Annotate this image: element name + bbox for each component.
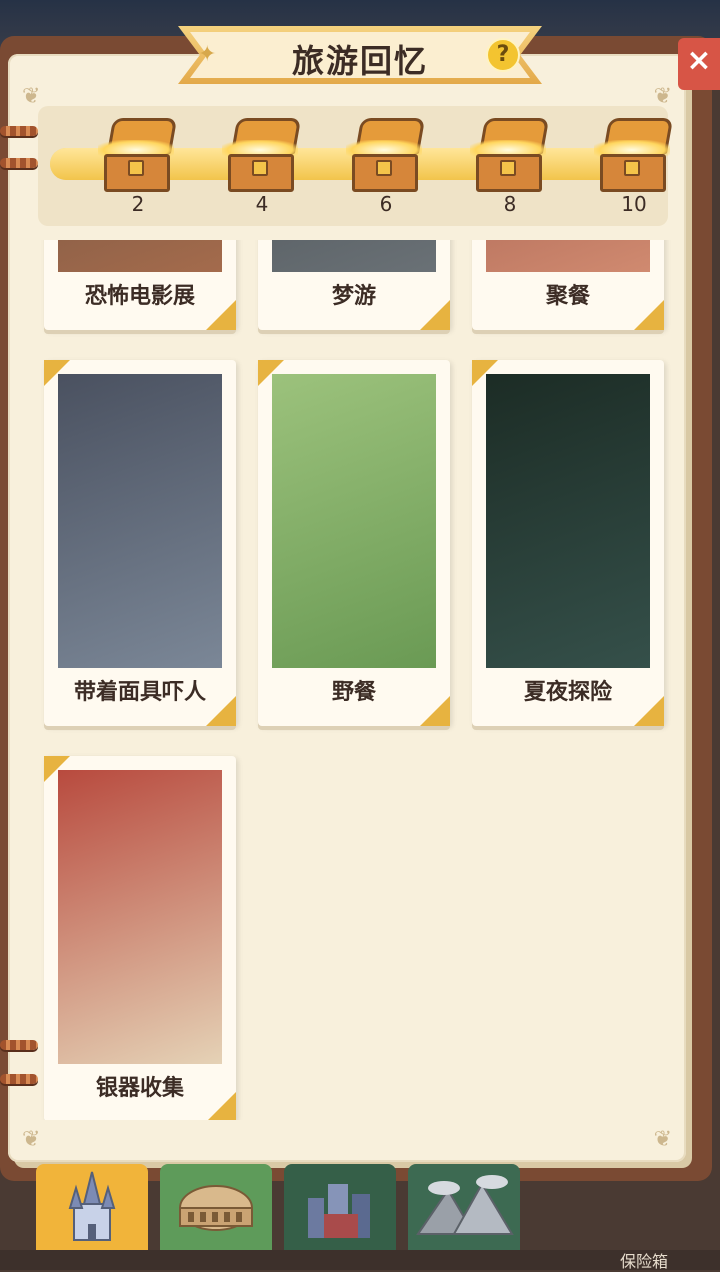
city-tab[interactable] [284,1164,396,1250]
milestone[interactable] [594,118,674,192]
milestone-value: 2 [131,192,145,216]
card-corner-decoration [258,360,284,386]
help-icon[interactable]: ? [486,38,520,72]
memory-card[interactable]: 银器收集 [44,756,236,1120]
castle-tab[interactable] [36,1164,148,1254]
memory-card-label: 梦游 [331,284,376,309]
safe-label[interactable]: 保险箱 [620,1248,668,1272]
castle-icon [68,1171,116,1241]
corner-ornament: ❦ [653,1127,672,1152]
memory-card-label: 野餐 [331,680,376,705]
memory-card-label: 银器收集 [95,1076,184,1101]
memory-card-grid: 恐怖电影展 梦游 聚餐带着面具吓人 野餐 夏夜探险银器收集 [30,240,680,1120]
card-corner-decoration [472,360,498,386]
memory-card[interactable]: 夏夜探险 [472,360,664,726]
treasure-chest-icon [98,118,178,192]
bottom-bar [0,1250,720,1270]
milestone-value: 10 [621,192,647,216]
memory-card-label: 恐怖电影展 [84,284,195,309]
memory-card[interactable]: 带着面具吓人 [44,360,236,726]
milestone[interactable] [470,118,550,192]
memory-illustration [58,374,222,668]
mountain-tab[interactable] [408,1164,520,1250]
memory-illustration [58,240,222,272]
memory-card[interactable]: 恐怖电影展 [44,240,236,330]
memory-card-label: 夏夜探险 [523,680,612,705]
page-title: 旅游回忆 [291,42,428,80]
memory-illustration [58,770,222,1064]
card-corner-decoration [44,756,70,782]
binder-ring [0,158,38,168]
memory-card-label: 聚餐 [545,284,590,309]
memory-illustration [486,240,650,272]
colosseum-icon [179,1185,253,1231]
treasure-chest-icon [222,118,302,192]
milestone-value: 6 [379,192,393,216]
binder-ring [0,126,38,136]
milestone-value: 8 [503,192,517,216]
milestone[interactable] [222,118,302,192]
colosseum-tab[interactable] [160,1164,272,1250]
memory-card-label: 带着面具吓人 [73,680,206,705]
memory-illustration [486,374,650,668]
corner-ornament: ❦ [22,84,41,109]
memory-illustration [272,240,436,272]
milestone-value: 4 [255,192,269,216]
city-icon [308,1184,370,1238]
memory-card[interactable]: 聚餐 [472,240,664,330]
card-corner-decoration [44,360,70,386]
milestone[interactable] [98,118,178,192]
memory-card[interactable]: 梦游 [258,240,450,330]
close-button[interactable]: × [678,38,720,90]
treasure-chest-icon [346,118,426,192]
treasure-chest-icon [470,118,550,192]
memory-illustration [272,374,436,668]
treasure-chest-icon [594,118,674,192]
milestone[interactable] [346,118,426,192]
memory-card[interactable]: 野餐 [258,360,450,726]
corner-ornament: ❦ [22,1127,41,1152]
mountain-icon [416,1175,514,1235]
